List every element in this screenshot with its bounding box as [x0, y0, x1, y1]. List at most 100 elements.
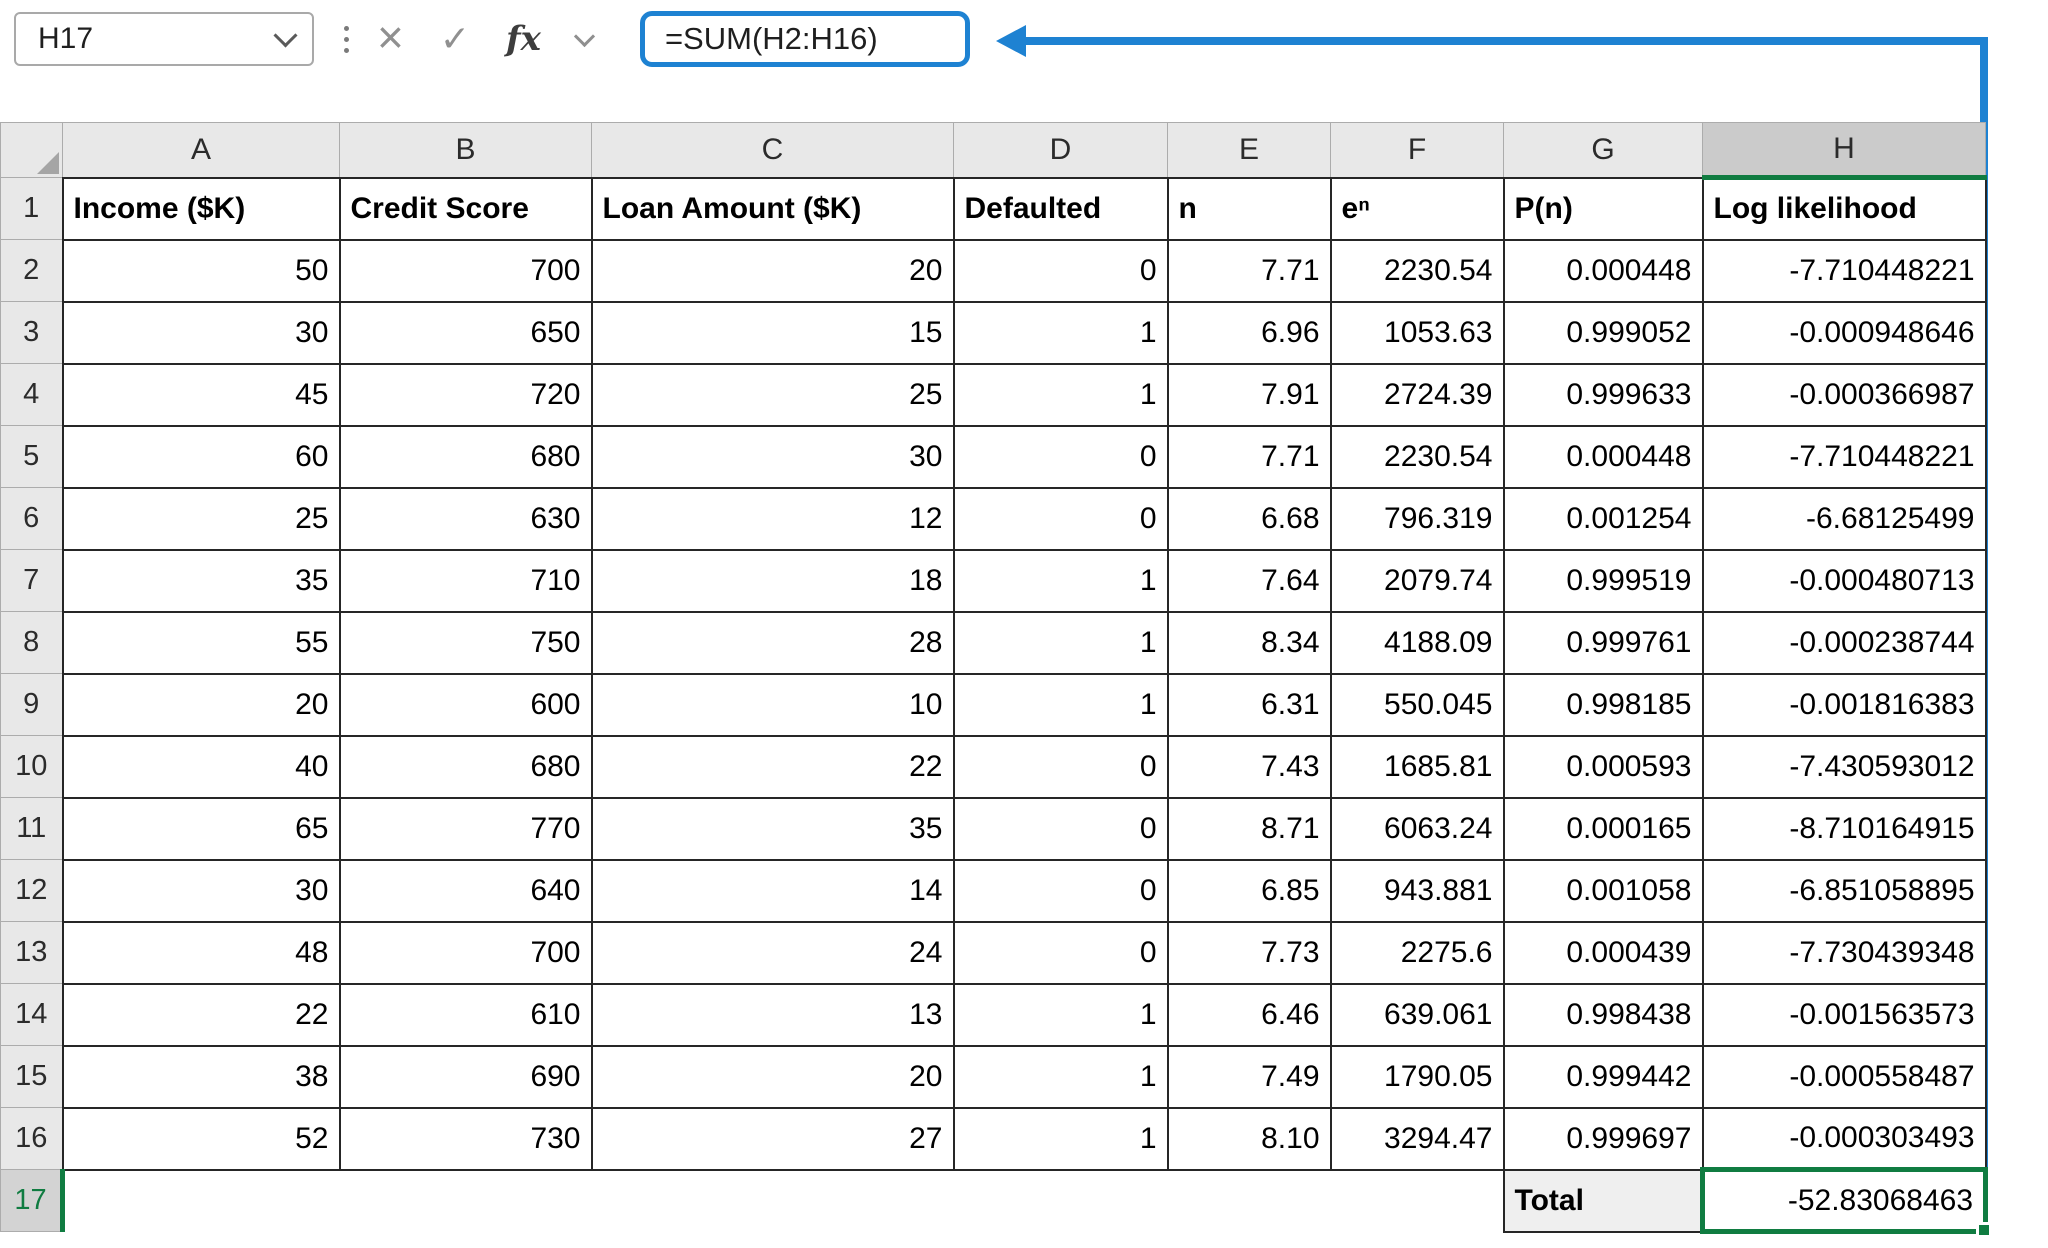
row-header-4[interactable]: 4 [1, 364, 63, 426]
cell-d13[interactable]: 0 [954, 922, 1168, 984]
cell-a8[interactable]: 55 [63, 612, 340, 674]
cell-b4[interactable]: 720 [340, 364, 592, 426]
cell-h7[interactable]: -0.000480713 [1703, 550, 1986, 612]
enter-icon[interactable]: ✓ [440, 21, 470, 57]
cell-b14[interactable]: 610 [340, 984, 592, 1046]
column-header-c[interactable]: C [592, 123, 954, 178]
cell-e5[interactable]: 7.71 [1168, 426, 1331, 488]
cell-f5[interactable]: 2230.54 [1331, 426, 1504, 488]
cell-c4[interactable]: 25 [592, 364, 954, 426]
cell-c8[interactable]: 28 [592, 612, 954, 674]
cell-e9[interactable]: 6.31 [1168, 674, 1331, 736]
cell-g4[interactable]: 0.999633 [1504, 364, 1703, 426]
column-header-g[interactable]: G [1504, 123, 1703, 178]
cell-c17[interactable] [592, 1170, 954, 1232]
cell-c14[interactable]: 13 [592, 984, 954, 1046]
cell-a16[interactable]: 52 [63, 1108, 340, 1170]
formula-input[interactable]: =SUM(H2:H16) [640, 11, 970, 67]
cell-c12[interactable]: 14 [592, 860, 954, 922]
cell-f15[interactable]: 1790.05 [1331, 1046, 1504, 1108]
cell-b15[interactable]: 690 [340, 1046, 592, 1108]
cell-c1[interactable]: Loan Amount ($K) [592, 178, 954, 240]
cell-b2[interactable]: 700 [340, 240, 592, 302]
cell-h17[interactable]: -52.83068463 [1703, 1170, 1986, 1232]
cell-b1[interactable]: Credit Score [340, 178, 592, 240]
cell-d15[interactable]: 1 [954, 1046, 1168, 1108]
row-header-12[interactable]: 12 [1, 860, 63, 922]
cell-g8[interactable]: 0.999761 [1504, 612, 1703, 674]
cell-e17[interactable] [1168, 1170, 1331, 1232]
cell-d2[interactable]: 0 [954, 240, 1168, 302]
name-box[interactable]: H17 [14, 12, 314, 66]
cell-h11[interactable]: -8.710164915 [1703, 798, 1986, 860]
cell-d5[interactable]: 0 [954, 426, 1168, 488]
cell-b5[interactable]: 680 [340, 426, 592, 488]
column-header-h[interactable]: H [1703, 123, 1986, 178]
cell-e12[interactable]: 6.85 [1168, 860, 1331, 922]
cell-f10[interactable]: 1685.81 [1331, 736, 1504, 798]
cell-f7[interactable]: 2079.74 [1331, 550, 1504, 612]
cell-g1[interactable]: P(n) [1504, 178, 1703, 240]
cell-d3[interactable]: 1 [954, 302, 1168, 364]
cell-c6[interactable]: 12 [592, 488, 954, 550]
cell-c2[interactable]: 20 [592, 240, 954, 302]
cell-c7[interactable]: 18 [592, 550, 954, 612]
cell-b11[interactable]: 770 [340, 798, 592, 860]
cell-d8[interactable]: 1 [954, 612, 1168, 674]
column-header-a[interactable]: A [63, 123, 340, 178]
cell-b6[interactable]: 630 [340, 488, 592, 550]
insert-function-icon[interactable]: fx [506, 19, 541, 59]
cell-g3[interactable]: 0.999052 [1504, 302, 1703, 364]
cell-g13[interactable]: 0.000439 [1504, 922, 1703, 984]
cell-f6[interactable]: 796.319 [1331, 488, 1504, 550]
cell-e3[interactable]: 6.96 [1168, 302, 1331, 364]
cell-f1[interactable]: eⁿ [1331, 178, 1504, 240]
cell-g17[interactable]: Total [1504, 1170, 1703, 1232]
cell-h3[interactable]: -0.000948646 [1703, 302, 1986, 364]
row-header-13[interactable]: 13 [1, 922, 63, 984]
cell-d16[interactable]: 1 [954, 1108, 1168, 1170]
cell-g2[interactable]: 0.000448 [1504, 240, 1703, 302]
cell-a4[interactable]: 45 [63, 364, 340, 426]
cell-f9[interactable]: 550.045 [1331, 674, 1504, 736]
cell-c16[interactable]: 27 [592, 1108, 954, 1170]
cell-e2[interactable]: 7.71 [1168, 240, 1331, 302]
cell-e4[interactable]: 7.91 [1168, 364, 1331, 426]
column-header-e[interactable]: E [1168, 123, 1331, 178]
cell-f12[interactable]: 943.881 [1331, 860, 1504, 922]
cell-e14[interactable]: 6.46 [1168, 984, 1331, 1046]
cell-f16[interactable]: 3294.47 [1331, 1108, 1504, 1170]
separator-handle-icon[interactable] [344, 26, 349, 53]
cell-f8[interactable]: 4188.09 [1331, 612, 1504, 674]
cell-h6[interactable]: -6.68125499 [1703, 488, 1986, 550]
cell-e13[interactable]: 7.73 [1168, 922, 1331, 984]
cell-a14[interactable]: 22 [63, 984, 340, 1046]
cell-g16[interactable]: 0.999697 [1504, 1108, 1703, 1170]
row-header-3[interactable]: 3 [1, 302, 63, 364]
cell-h2[interactable]: -7.710448221 [1703, 240, 1986, 302]
cell-c13[interactable]: 24 [592, 922, 954, 984]
cell-h1[interactable]: Log likelihood [1703, 178, 1986, 240]
cell-a6[interactable]: 25 [63, 488, 340, 550]
row-header-16[interactable]: 16 [1, 1108, 63, 1170]
select-all-corner[interactable] [1, 123, 63, 178]
cell-e10[interactable]: 7.43 [1168, 736, 1331, 798]
cell-a15[interactable]: 38 [63, 1046, 340, 1108]
cell-a1[interactable]: Income ($K) [63, 178, 340, 240]
cell-f13[interactable]: 2275.6 [1331, 922, 1504, 984]
row-header-17[interactable]: 17 [1, 1170, 63, 1232]
cell-c15[interactable]: 20 [592, 1046, 954, 1108]
cell-c11[interactable]: 35 [592, 798, 954, 860]
cell-a12[interactable]: 30 [63, 860, 340, 922]
cell-a5[interactable]: 60 [63, 426, 340, 488]
expand-formula-bar-icon[interactable] [574, 25, 595, 46]
cancel-icon[interactable]: × [377, 14, 404, 60]
fill-handle[interactable] [1976, 1222, 1992, 1238]
column-header-d[interactable]: D [954, 123, 1168, 178]
cell-h9[interactable]: -0.001816383 [1703, 674, 1986, 736]
cell-h12[interactable]: -6.851058895 [1703, 860, 1986, 922]
cell-e15[interactable]: 7.49 [1168, 1046, 1331, 1108]
cell-d17[interactable] [954, 1170, 1168, 1232]
cell-f11[interactable]: 6063.24 [1331, 798, 1504, 860]
cell-h16[interactable]: -0.000303493 [1703, 1108, 1986, 1170]
